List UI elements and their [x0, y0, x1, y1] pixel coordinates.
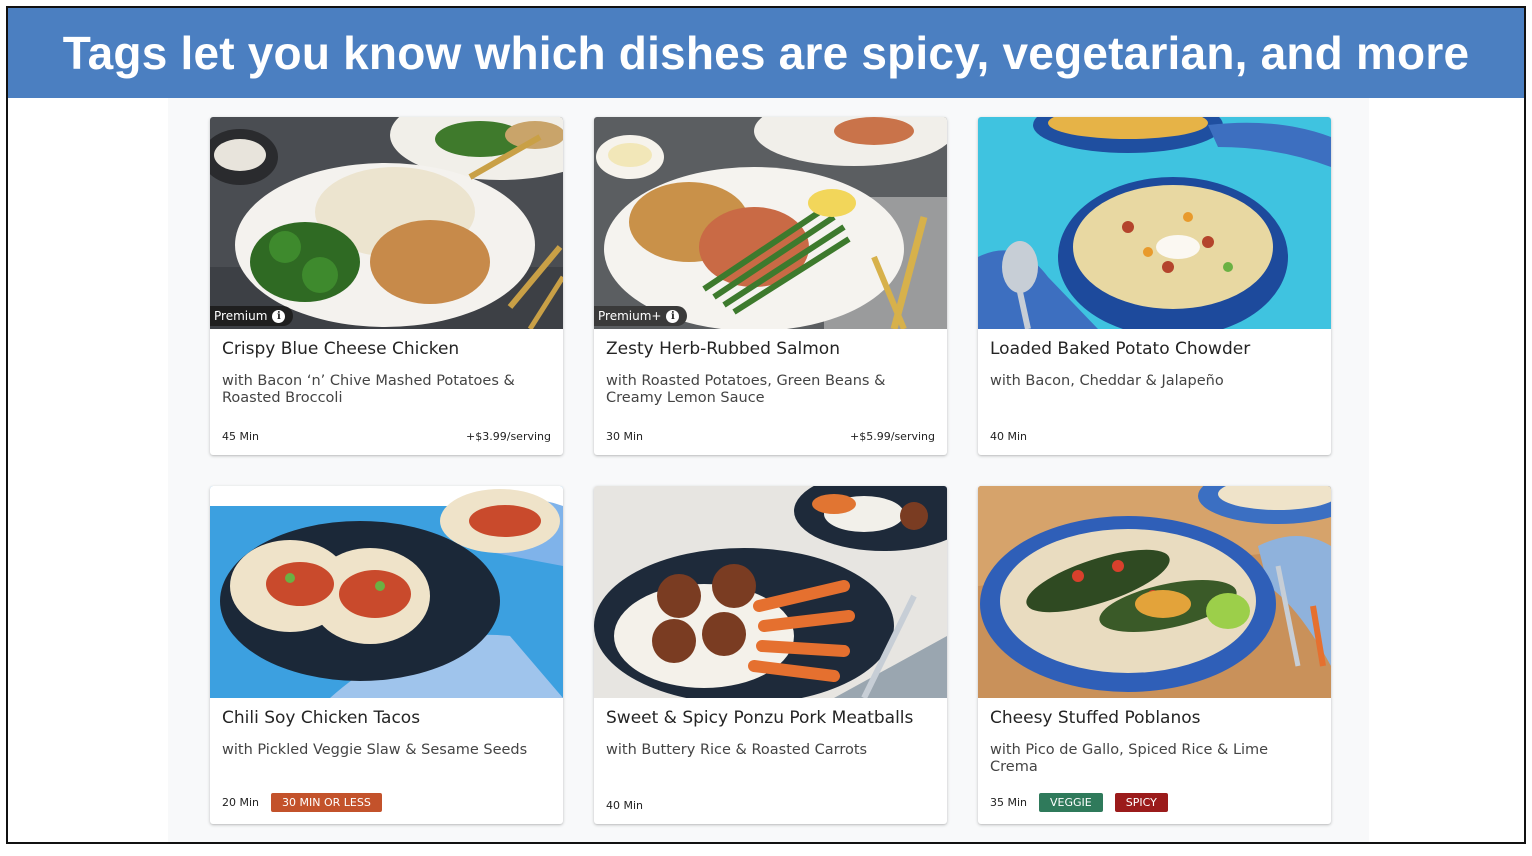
recipe-title[interactable]: Crispy Blue Cheese Chicken	[222, 339, 553, 359]
cook-time: 45 Min	[222, 430, 260, 443]
recipe-card[interactable]: Cheesy Stuffed Poblanos with Pico de Gal…	[978, 486, 1331, 824]
poblanos-plate-photo	[978, 486, 1331, 698]
caption-banner: Tags let you know which dishes are spicy…	[8, 8, 1524, 98]
premium-plus-badge[interactable]: Premium+ i	[594, 306, 688, 326]
recipe-title[interactable]: Zesty Herb-Rubbed Salmon	[606, 339, 937, 359]
recipe-card[interactable]: Chili Soy Chicken Tacos with Pickled Veg…	[210, 486, 563, 824]
recipe-footer: 30 Min +$5.99/serving	[606, 430, 935, 443]
tacos-plate-photo	[210, 486, 563, 698]
recipe-title[interactable]: Cheesy Stuffed Poblanos	[990, 708, 1321, 728]
recipe-card[interactable]: Premium i Crispy Blue Cheese Chicken wit…	[210, 117, 563, 455]
recipe-card[interactable]: Sweet & Spicy Ponzu Pork Meatballs with …	[594, 486, 947, 824]
price-surcharge: +$3.99/serving	[466, 430, 551, 443]
badge-label: Premium	[214, 309, 268, 323]
screenshot-frame: Tags let you know which dishes are spicy…	[6, 6, 1526, 844]
recipe-grid: Premium i Crispy Blue Cheese Chicken wit…	[210, 117, 1331, 824]
recipe-footer: 20 Min 30 MIN OR LESS	[222, 793, 551, 812]
recipe-subtitle: with Bacon, Cheddar & Jalapeño	[990, 373, 1224, 389]
menu-page: Premium i Crispy Blue Cheese Chicken wit…	[168, 98, 1369, 842]
info-icon[interactable]: i	[666, 309, 680, 323]
recipe-card[interactable]: Loaded Baked Potato Chowder with Bacon, …	[978, 117, 1331, 455]
spicy-tag: SPICY	[1114, 793, 1168, 812]
recipe-title[interactable]: Loaded Baked Potato Chowder	[990, 339, 1321, 359]
veggie-tag: VEGGIE	[1039, 793, 1103, 812]
premium-badge[interactable]: Premium i	[210, 306, 294, 326]
chowder-bowl-photo	[978, 117, 1331, 329]
cook-time: 30 Min	[606, 430, 644, 443]
recipe-title[interactable]: Sweet & Spicy Ponzu Pork Meatballs	[606, 708, 937, 728]
recipe-card[interactable]: Premium+ i Zesty Herb-Rubbed Salmon with…	[594, 117, 947, 455]
cook-time: 35 Min	[990, 796, 1028, 809]
caption-title: Tags let you know which dishes are spicy…	[62, 27, 1470, 79]
recipe-subtitle: with Bacon ‘n’ Chive Mashed Potatoes & R…	[222, 373, 515, 406]
recipe-title[interactable]: Chili Soy Chicken Tacos	[222, 708, 553, 728]
recipe-subtitle: with Pickled Veggie Slaw & Sesame Seeds	[222, 742, 528, 758]
recipe-footer: 40 Min	[606, 799, 935, 812]
recipe-footer: 35 Min VEGGIE SPICY	[990, 793, 1319, 812]
cook-time: 20 Min	[222, 796, 260, 809]
salmon-plate-photo: Premium+ i	[594, 117, 947, 329]
recipe-subtitle: with Pico de Gallo, Spiced Rice & Lime C…	[990, 742, 1269, 775]
recipe-footer: 40 Min	[990, 430, 1319, 443]
recipe-footer: 45 Min +$3.99/serving	[222, 430, 551, 443]
badge-label: Premium+	[598, 309, 662, 323]
price-surcharge: +$5.99/serving	[850, 430, 935, 443]
chicken-plate-photo: Premium i	[210, 117, 563, 329]
recipe-subtitle: with Roasted Potatoes, Green Beans & Cre…	[606, 373, 886, 406]
info-icon[interactable]: i	[272, 309, 286, 323]
cook-time: 40 Min	[990, 430, 1028, 443]
cook-time: 40 Min	[606, 799, 644, 812]
meatballs-plate-photo	[594, 486, 947, 698]
recipe-subtitle: with Buttery Rice & Roasted Carrots	[606, 742, 868, 758]
quick-tag: 30 MIN OR LESS	[271, 793, 382, 812]
